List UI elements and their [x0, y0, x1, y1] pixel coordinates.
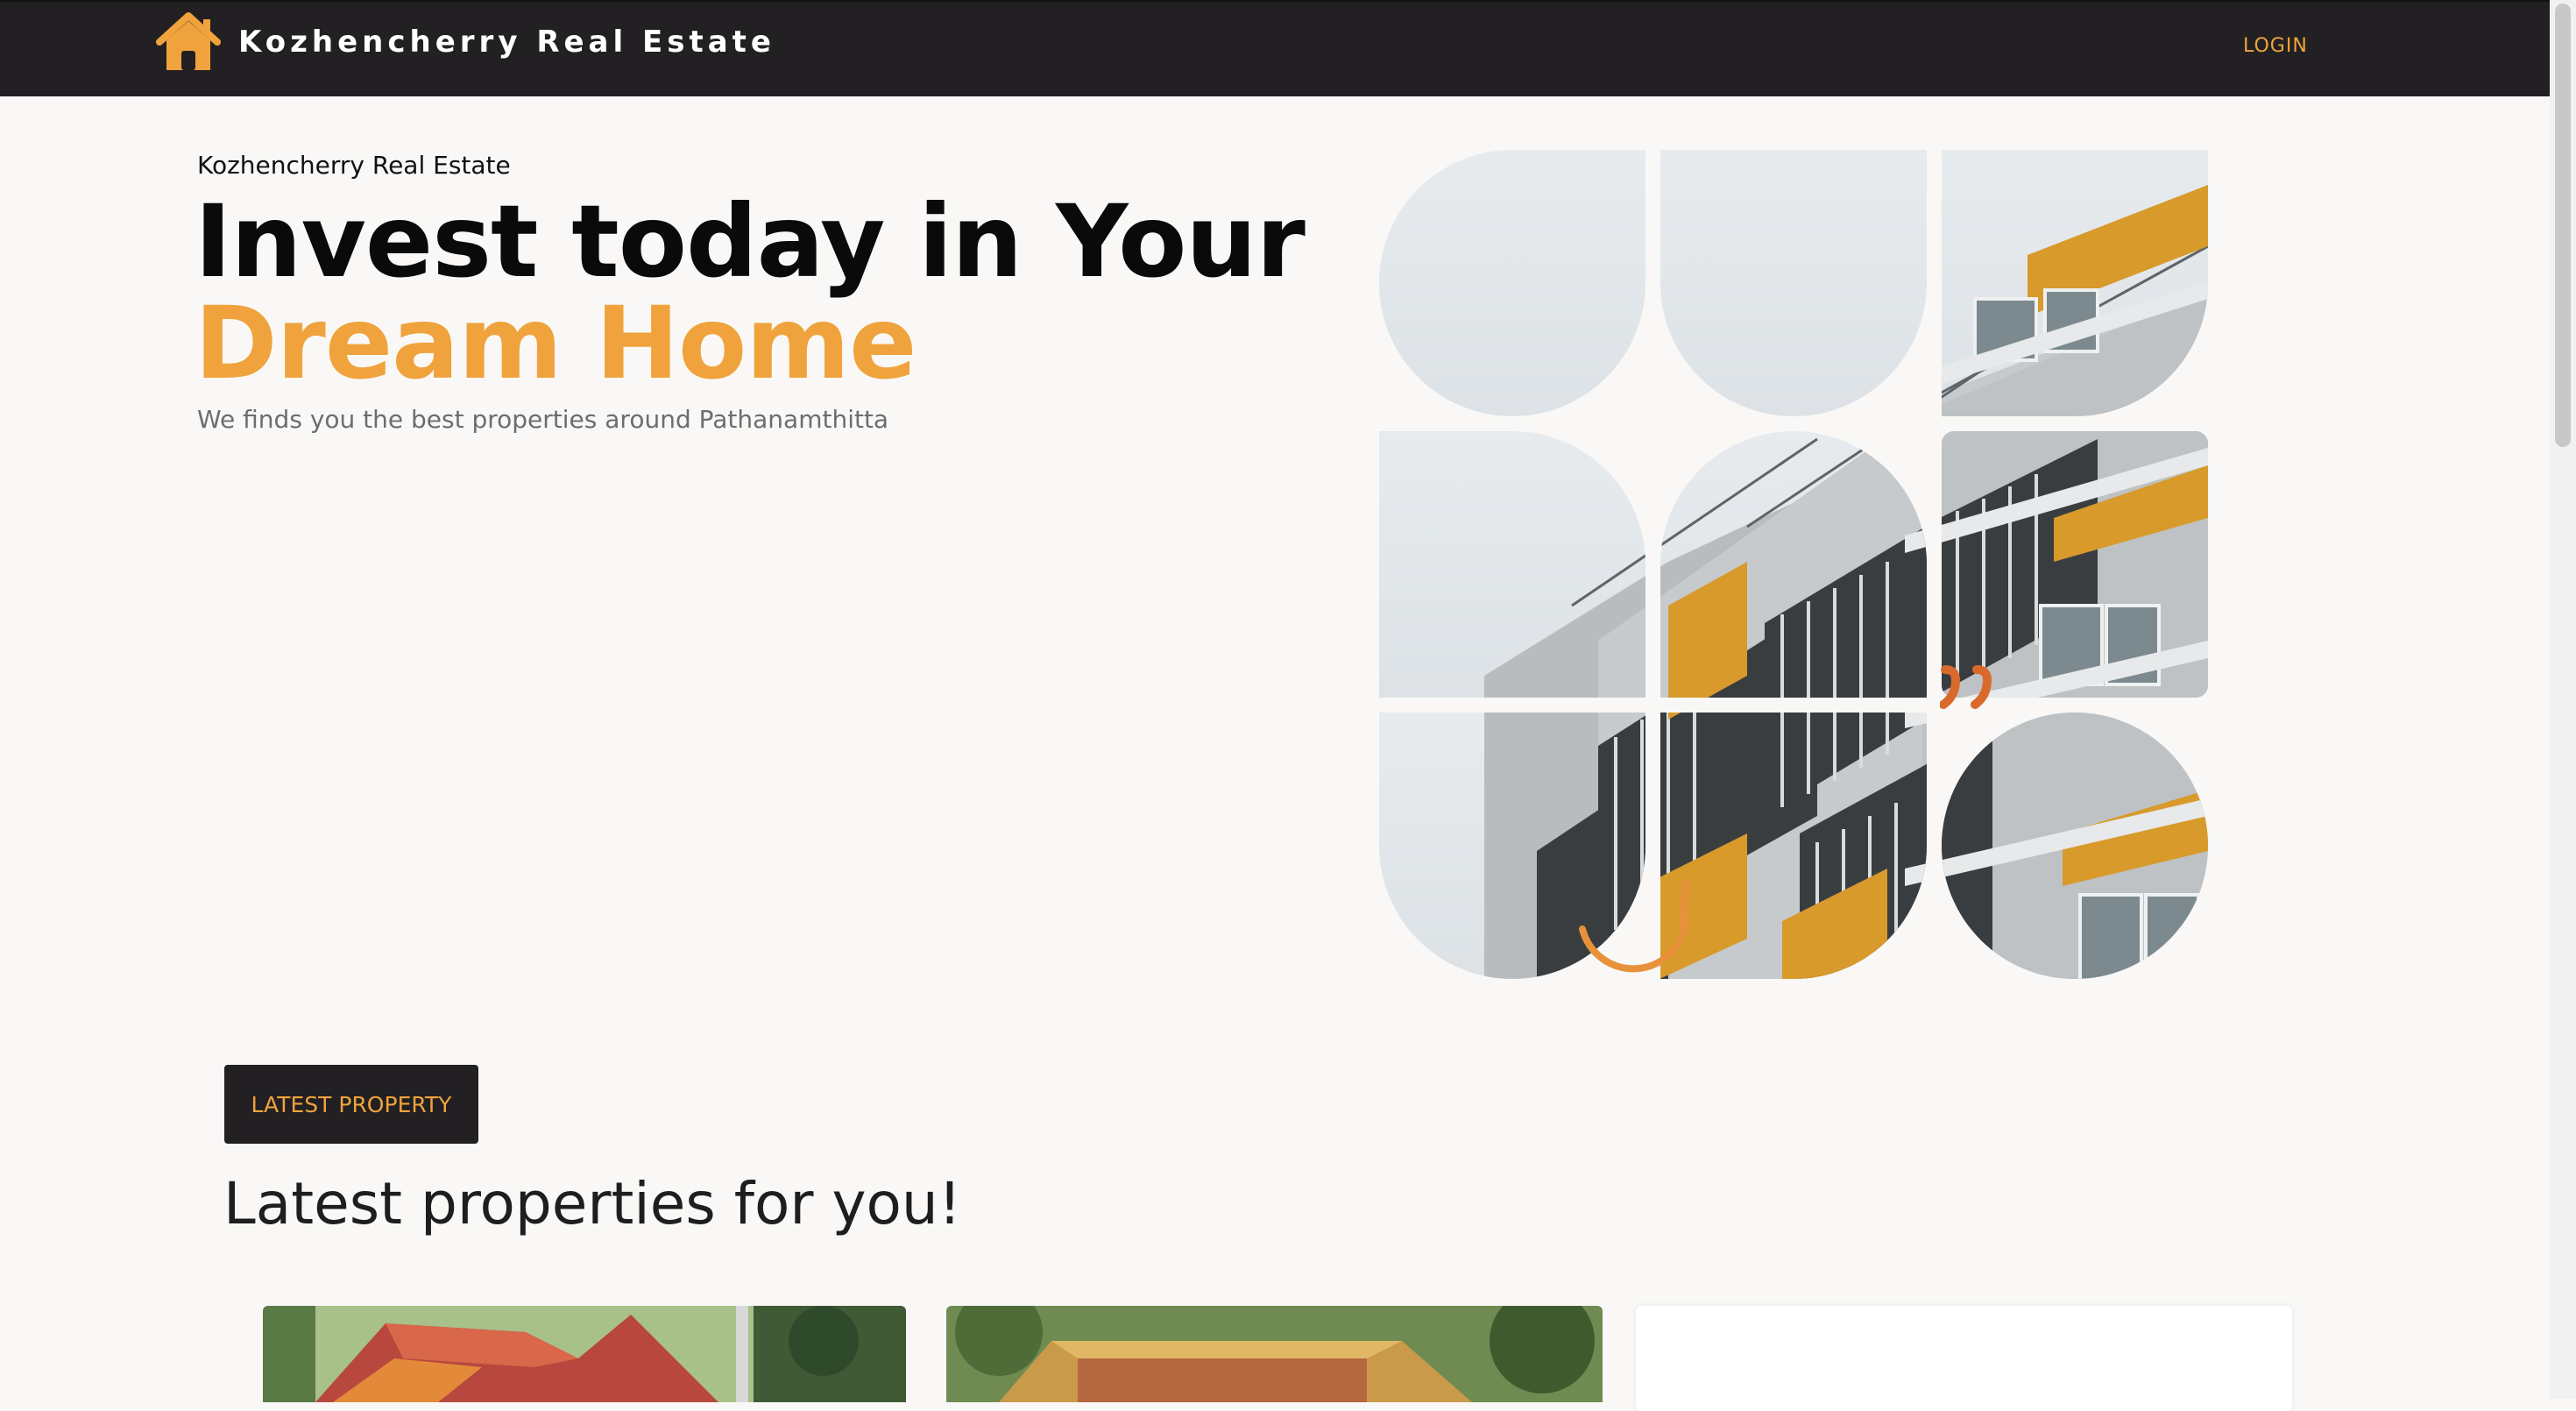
quote-icon	[1940, 665, 1992, 709]
property-card[interactable]	[946, 1306, 1603, 1411]
brand-link[interactable]: Kozhencherry Real Estate	[156, 12, 775, 72]
mosaic-tile	[1379, 431, 1645, 698]
hero-image-mosaic	[1379, 150, 2208, 979]
mosaic-tile	[1942, 431, 2208, 698]
mosaic-tile	[1660, 713, 1927, 979]
headline-accent: Dream Home	[195, 285, 916, 401]
scrollbar-thumb[interactable]	[2555, 4, 2571, 447]
hero-headline: Invest today in Your Dream Home	[195, 191, 1306, 401]
mosaic-tile	[1942, 713, 2208, 979]
property-image	[946, 1306, 1603, 1402]
property-image	[263, 1306, 906, 1402]
brand-name: Kozhencherry Real Estate	[238, 25, 775, 60]
mosaic-tile	[1660, 150, 1927, 416]
mosaic-tile	[1660, 431, 1927, 698]
login-link[interactable]: LOGIN	[2243, 35, 2308, 57]
section-title: Latest properties for you!	[223, 1170, 962, 1237]
property-card[interactable]	[1636, 1306, 2292, 1411]
mosaic-tile	[1379, 150, 1645, 416]
hero-eyebrow: Kozhencherry Real Estate	[197, 151, 511, 180]
property-card[interactable]	[263, 1306, 906, 1411]
decorative-arc-icon	[1579, 880, 1689, 973]
latest-property-button[interactable]: LATEST PROPERTY	[224, 1065, 478, 1144]
navbar: Kozhencherry Real Estate LOGIN	[0, 0, 2550, 96]
hero-tagline: We finds you the best properties around …	[197, 405, 889, 434]
mosaic-tile	[1942, 150, 2208, 416]
headline-line1: Invest today in Your	[195, 183, 1306, 300]
house-icon	[156, 12, 221, 70]
